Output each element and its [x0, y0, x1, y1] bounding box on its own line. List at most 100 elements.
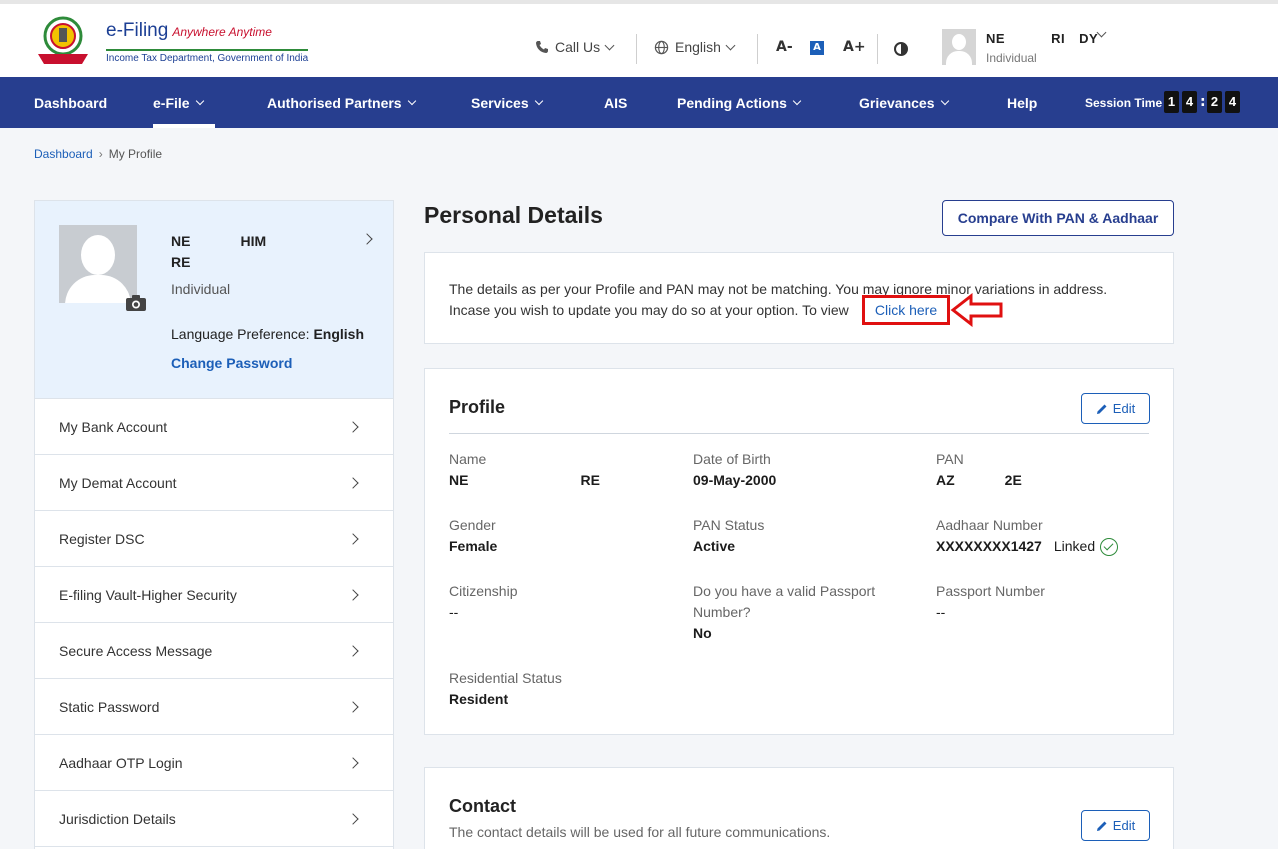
chevron-down-icon: [940, 96, 949, 106]
nav-services[interactable]: Services: [471, 95, 543, 111]
compare-pan-aadhaar-button[interactable]: Compare With PAN & Aadhaar: [942, 200, 1174, 236]
edit-contact-button[interactable]: Edit: [1081, 810, 1150, 841]
contact-subtitle: The contact details will be used for all…: [449, 824, 831, 840]
chevron-right-icon: [347, 812, 359, 825]
pencil-icon: [1096, 821, 1107, 831]
nav-authorised-partners[interactable]: Authorised Partners: [267, 95, 416, 111]
section-title: Profile: [449, 397, 506, 417]
user-name[interactable]: NE RI DY: [986, 31, 1098, 46]
profile-section: Profile Edit Name NE RE Date of Birth 09-…: [424, 368, 1174, 735]
logo-title: e-Filing: [106, 20, 169, 41]
breadcrumb-dashboard[interactable]: Dashboard: [34, 147, 93, 161]
field-citizenship: Citizenship --: [449, 583, 518, 620]
change-password-link[interactable]: Change Password: [171, 355, 292, 371]
language-dropdown[interactable]: English: [654, 39, 736, 55]
nav-ais[interactable]: AIS: [604, 95, 627, 111]
sidebar-item-bank-account[interactable]: My Bank Account: [35, 399, 393, 455]
profile-name: NE HIM RE: [171, 233, 267, 270]
logo-tagline: Anywhere Anytime: [172, 25, 272, 39]
section-title: Contact: [449, 796, 516, 816]
sidebar-item-secure-access-message[interactable]: Secure Access Message: [35, 623, 393, 679]
field-pan-status: PAN Status Active: [693, 517, 765, 554]
contrast-icon[interactable]: [894, 42, 908, 56]
chevron-down-icon: [407, 96, 416, 106]
language-label: English: [675, 39, 721, 55]
divider: [449, 433, 1149, 434]
nav-grievances[interactable]: Grievances: [859, 95, 949, 111]
edit-profile-button[interactable]: Edit: [1081, 393, 1150, 424]
field-residential-status: Residential Status Resident: [449, 670, 562, 707]
profile-summary-card: NE HIM RE Individual Language Preference:…: [35, 201, 393, 399]
session-timer: 1 4 : 2 4: [1164, 91, 1240, 113]
field-dob: Date of Birth 09-May-2000: [693, 451, 777, 488]
click-here-link[interactable]: Click here: [862, 295, 950, 325]
sidebar-item-aadhaar-otp-login[interactable]: Aadhaar OTP Login: [35, 735, 393, 791]
page-title: Personal Details: [424, 202, 603, 228]
main-nav: Dashboard e-File Authorised Partners Ser…: [0, 77, 1278, 128]
font-increase-button[interactable]: A+: [843, 39, 866, 55]
top-bar: e-Filing Anywhere Anytime Income Tax Depa…: [0, 0, 1278, 77]
language-preference: Language Preference: English: [171, 326, 365, 342]
sidebar-item-efiling-vault[interactable]: E-filing Vault-Higher Security: [35, 567, 393, 623]
aadhaar-linked-status: Linked: [1054, 536, 1119, 557]
chevron-down-icon: [725, 40, 736, 50]
call-us-dropdown[interactable]: Call Us: [535, 39, 615, 55]
chevron-right-icon: [347, 532, 359, 545]
session-time-label: Session Time: [1085, 96, 1163, 110]
chevron-down-icon: [792, 96, 802, 106]
timer-colon: :: [1200, 94, 1206, 110]
font-decrease-button[interactable]: A-: [776, 39, 793, 55]
logo-subtitle: Income Tax Department, Government of Ind…: [106, 49, 309, 64]
field-gender: Gender Female: [449, 517, 498, 554]
camera-icon[interactable]: [125, 294, 147, 312]
font-normal-button[interactable]: A: [810, 41, 824, 55]
nav-help[interactable]: Help: [1007, 95, 1037, 111]
chevron-right-icon: [347, 476, 359, 489]
chevron-right-icon: [347, 588, 359, 601]
sidebar-item-demat-account[interactable]: My Demat Account: [35, 455, 393, 511]
timer-digit: 2: [1207, 91, 1222, 113]
contact-section: Contact The contact details will be used…: [424, 767, 1174, 849]
chevron-right-icon: [347, 420, 359, 433]
chevron-right-icon: [347, 756, 359, 769]
notice-text: The details as per your Profile and PAN …: [449, 281, 1108, 318]
pencil-icon: [1096, 404, 1107, 414]
timer-digit: 4: [1225, 91, 1240, 113]
sidebar-item-jurisdiction-details[interactable]: Jurisdiction Details: [35, 791, 393, 847]
nav-dashboard[interactable]: Dashboard: [34, 95, 107, 111]
nav-pending-actions[interactable]: Pending Actions: [677, 95, 802, 111]
arrow-left-icon: [950, 293, 1003, 327]
timer-digit: 1: [1164, 91, 1179, 113]
profile-type: Individual: [171, 281, 231, 297]
efiling-logo[interactable]: e-Filing Anywhere Anytime Income Tax Depa…: [34, 14, 309, 70]
call-us-label: Call Us: [555, 39, 601, 55]
divider: [757, 34, 758, 64]
field-passport-number: Passport Number --: [936, 583, 1045, 620]
globe-icon: [654, 40, 669, 54]
sidebar-item-static-password[interactable]: Static Password: [35, 679, 393, 735]
chevron-down-icon: [604, 40, 615, 50]
chevron-right-icon: [347, 644, 359, 657]
mismatch-notice: The details as per your Profile and PAN …: [424, 252, 1174, 344]
user-type: Individual: [986, 51, 1037, 65]
profile-sidebar: NE HIM RE Individual Language Preference:…: [34, 200, 394, 849]
field-pan: PAN AZ 2E: [936, 451, 1022, 488]
divider: [636, 34, 637, 64]
chevron-down-icon: [195, 96, 204, 106]
nav-efile[interactable]: e-File: [153, 95, 204, 111]
emblem-icon: [38, 16, 88, 64]
breadcrumb-current: My Profile: [108, 147, 163, 161]
user-avatar[interactable]: [942, 29, 976, 65]
chevron-right-icon[interactable]: [361, 233, 373, 245]
timer-digit: 4: [1182, 91, 1197, 113]
chevron-down-icon: [534, 96, 543, 106]
field-name: Name NE RE: [449, 451, 600, 488]
profile-photo: [59, 225, 137, 303]
field-aadhaar: Aadhaar Number XXXXXXXX1427 Linked: [936, 515, 1119, 557]
chevron-right-icon: [347, 700, 359, 713]
breadcrumb: Dashboard › My Profile: [34, 147, 162, 161]
divider: [877, 34, 878, 64]
phone-icon: [536, 41, 548, 53]
sidebar-item-register-dsc[interactable]: Register DSC: [35, 511, 393, 567]
nav-active-indicator: [153, 124, 215, 128]
